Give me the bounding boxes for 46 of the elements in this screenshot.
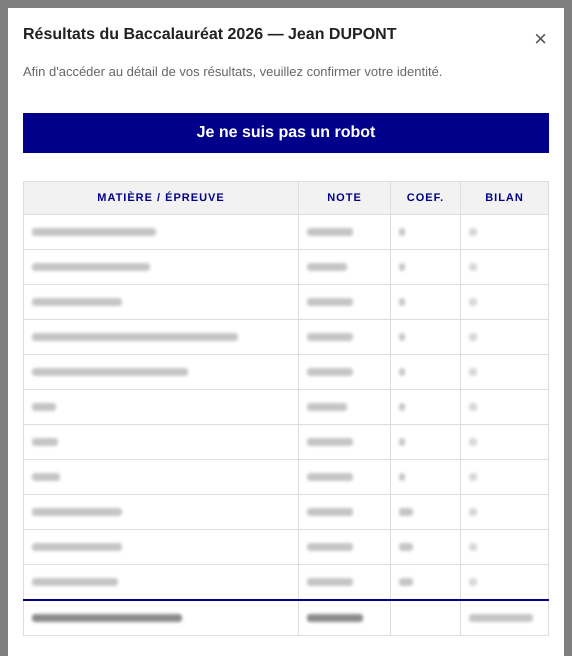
redacted-text	[307, 578, 353, 586]
dialog-message: Afin d'accéder au détail de vos résultats, veuillez confirmer votre identité.	[23, 64, 444, 79]
redacted-text	[469, 543, 477, 552]
redacted-text	[307, 263, 347, 272]
redacted-text	[399, 333, 405, 342]
redacted-text	[399, 438, 405, 446]
redacted-text	[307, 403, 347, 412]
redacted-text	[307, 298, 353, 306]
redacted-text	[399, 578, 413, 586]
redacted-text	[307, 333, 353, 342]
redacted-text	[469, 228, 477, 236]
redacted-text	[307, 228, 353, 236]
redacted-text	[399, 508, 413, 516]
redacted-text	[307, 508, 353, 516]
robot-button[interactable]: Je ne suis pas un robot	[23, 113, 549, 153]
redacted-text	[469, 578, 477, 586]
redacted-text	[32, 473, 60, 482]
close-button[interactable]: ×	[532, 28, 549, 50]
column-header: NOTE	[298, 182, 390, 214]
redacted-text	[399, 403, 405, 412]
redacted-text	[469, 333, 477, 342]
redacted-text	[399, 263, 405, 272]
redacted-text	[307, 614, 363, 622]
redacted-text	[469, 263, 477, 272]
redacted-text	[469, 614, 533, 622]
column-header: MATIÈRE / ÉPREUVE	[24, 182, 298, 214]
redacted-text	[469, 473, 477, 482]
redacted-text	[307, 543, 353, 552]
redacted-text	[469, 403, 477, 412]
redacted-text	[32, 438, 58, 446]
redacted-text	[469, 508, 477, 516]
redacted-text	[307, 473, 353, 482]
redacted-text	[469, 368, 477, 376]
redacted-text	[399, 543, 413, 552]
redacted-text	[469, 298, 477, 306]
dialog-title: Résultats du Baccalauréat 2026 — Jean DUPONT	[23, 26, 396, 44]
redacted-text	[469, 438, 477, 446]
redacted-text	[32, 403, 56, 412]
column-header: BILAN	[460, 182, 548, 214]
redacted-text	[399, 473, 405, 482]
redacted-text	[307, 368, 353, 376]
redacted-text	[399, 228, 405, 236]
redacted-text	[307, 438, 353, 446]
redacted-text	[399, 298, 405, 306]
redacted-text	[399, 368, 405, 376]
column-header: COEF.	[390, 182, 460, 214]
